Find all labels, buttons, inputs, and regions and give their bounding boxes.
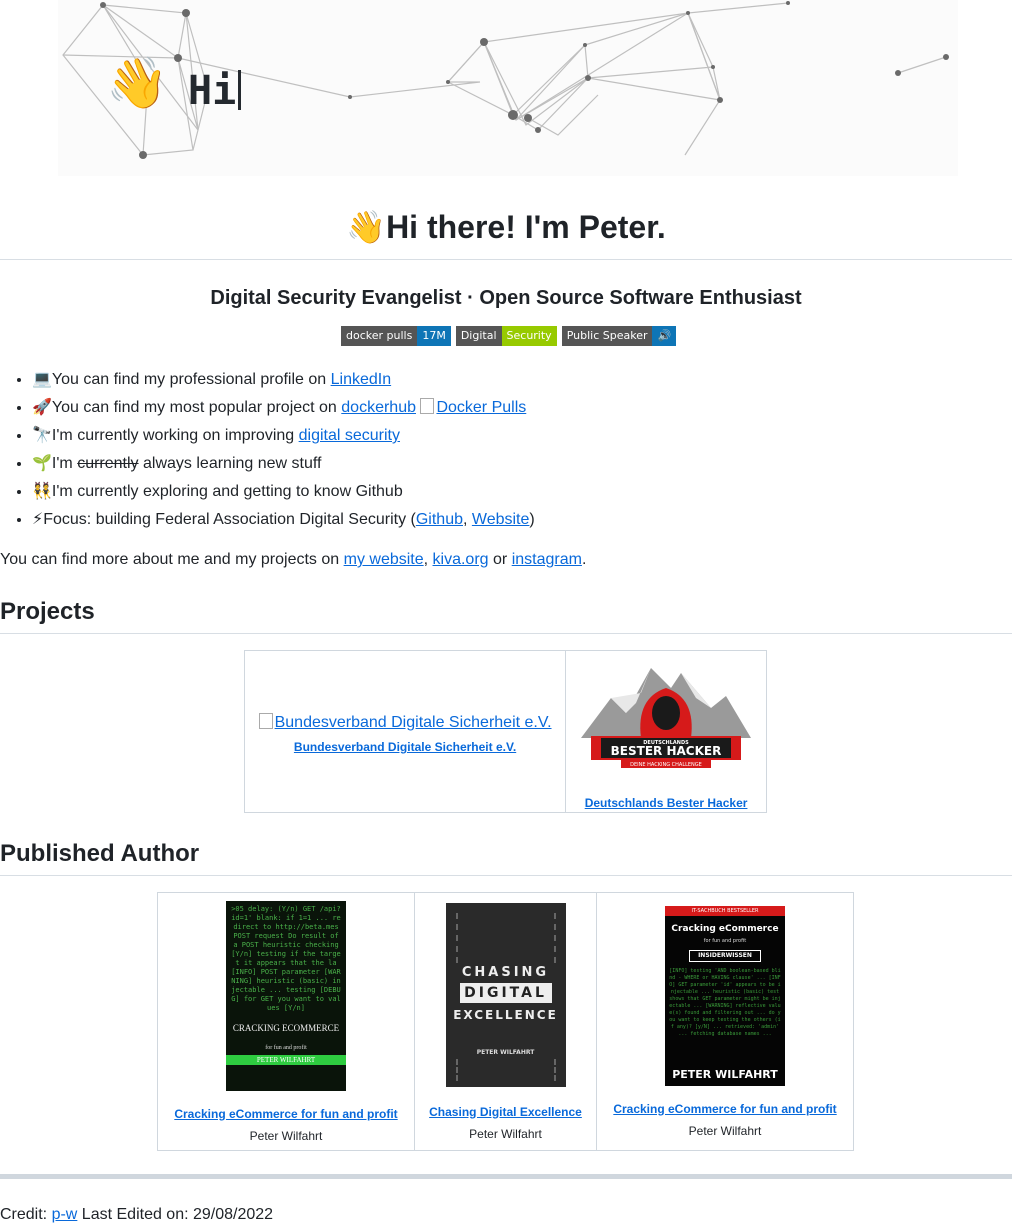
digital-security-link[interactable]: digital security — [299, 427, 400, 444]
digital-security-badge[interactable]: Digital Security — [455, 326, 557, 346]
project-cell-bester-hacker: DEUTSCHLANDS BESTER HACKER DEINE HACKING… — [565, 650, 767, 813]
footer-divider — [0, 1174, 1012, 1179]
about-list: 💻You can find my professional profile on… — [0, 366, 535, 534]
waving-hand-icon: 👋 — [346, 209, 387, 245]
book-author: Peter Wilfahrt — [249, 1128, 323, 1143]
projects-table: Bundesverband Digitale Sicherheit e.V. B… — [243, 650, 767, 813]
lightning-icon: ⚡ — [32, 511, 44, 528]
badge-row: docker pulls 17M Digital Security Public S… — [341, 326, 677, 346]
code-pattern: [INFO] testing 'AND boolean-based blind … — [669, 967, 781, 1037]
circuit-pattern — [455, 912, 556, 963]
published-author-heading: Published Author — [0, 840, 200, 867]
book-author: Peter Wilfahrt — [469, 1126, 542, 1141]
kiva-link[interactable]: kiva.org — [433, 551, 489, 568]
bester-hacker-caption-link[interactable]: Deutschlands Bester Hacker — [585, 796, 748, 810]
laptop-icon: 💻 — [32, 371, 52, 388]
project-cell-bvds: Bundesverband Digitale Sicherheit e.V. B… — [243, 650, 567, 813]
docker-pulls-badge[interactable]: docker pulls 17M — [341, 326, 451, 346]
circuit-pattern — [455, 1058, 556, 1081]
header-banner: 👋 Hi — [58, 0, 958, 176]
waving-hand-icon: 👋 — [106, 55, 169, 111]
list-item: 🚀You can find my most popular project on… — [32, 394, 535, 422]
book-cell: IT-SACHBUCH BESTSELLER Cracking eCommerc… — [596, 892, 854, 1151]
banner-greeting: Hi — [188, 68, 242, 114]
page-title: 👋Hi there! I'm Peter. — [346, 209, 666, 245]
credit-link[interactable]: p-w — [52, 1206, 78, 1223]
divider — [0, 259, 1012, 260]
book-author: Peter Wilfahrt — [688, 1123, 762, 1138]
broken-image-icon — [258, 713, 273, 729]
my-website-link[interactable]: my website — [344, 551, 424, 568]
list-item: ⚡Focus: building Federal Association Dig… — [32, 506, 535, 534]
book-title-link[interactable]: Chasing Digital Excellence — [429, 1105, 582, 1119]
typing-cursor — [238, 70, 242, 110]
telescope-icon: 🔭 — [32, 427, 52, 444]
logo-sub-text: DEINE HACKING CHALLENGE — [630, 762, 702, 768]
docker-pulls-image-link[interactable]: Docker Pulls — [420, 398, 526, 416]
code-pattern: >05 delay: (Y/n) GET /api?id=1' blank: i… — [231, 904, 341, 1012]
dockerhub-link[interactable]: dockerhub — [341, 399, 416, 416]
book-title-link[interactable]: Cracking eCommerce for fun and profit — [174, 1107, 397, 1121]
instagram-link[interactable]: instagram — [512, 551, 582, 568]
book-cover-cracking-ecommerce-insider[interactable]: IT-SACHBUCH BESTSELLER Cracking eCommerc… — [665, 905, 785, 1086]
page-subtitle: Digital Security Evangelist · Open Sourc… — [210, 287, 802, 309]
linkedin-link[interactable]: LinkedIn — [331, 371, 392, 388]
books-table: >05 delay: (Y/n) GET /api?id=1' blank: i… — [157, 892, 854, 1151]
divider — [0, 875, 1012, 876]
list-item: 🔭I'm currently working on improving digi… — [32, 422, 535, 450]
website-link[interactable]: Website — [472, 511, 530, 528]
book-cell: >05 delay: (Y/n) GET /api?id=1' blank: i… — [157, 892, 415, 1151]
bester-hacker-logo: DEUTSCHLANDS BESTER HACKER DEINE HACKING… — [581, 667, 752, 768]
book-title-link[interactable]: Cracking eCommerce for fun and profit — [613, 1102, 836, 1116]
github-link[interactable]: Github — [416, 511, 463, 528]
book-cover-chasing-digital-excellence[interactable]: CHASING DIGITAL EXCELLENCE PETER WILFAHR… — [445, 902, 566, 1087]
public-speaker-badge[interactable]: Public Speaker 🔊 — [561, 326, 677, 346]
rocket-icon: 🚀 — [32, 399, 52, 416]
projects-heading: Projects — [0, 598, 95, 625]
seedling-icon: 🌱 — [32, 455, 52, 472]
book-cover-cracking-ecommerce[interactable]: >05 delay: (Y/n) GET /api?id=1' blank: i… — [226, 900, 346, 1091]
more-info-text: You can find more about me and my projec… — [0, 551, 587, 568]
people-icon: 👯 — [32, 483, 52, 500]
list-item: 👯I'm currently exploring and getting to … — [32, 478, 535, 506]
footer-credit: Credit: p-w Last Edited on: 29/08/2022 — [0, 1206, 274, 1223]
bvds-image-link[interactable]: Bundesverband Digitale Sicherheit e.V. — [258, 713, 552, 731]
divider — [0, 633, 1012, 634]
bvds-caption-link[interactable]: Bundesverband Digitale Sicherheit e.V. — [294, 740, 516, 754]
broken-image-icon — [420, 398, 435, 414]
list-item: 🌱I'm currently always learning new stuff — [32, 450, 535, 478]
list-item: 💻You can find my professional profile on… — [32, 366, 535, 394]
book-cell: CHASING DIGITAL EXCELLENCE PETER WILFAHR… — [414, 892, 597, 1151]
logo-main-text: BESTER HACKER — [611, 744, 722, 758]
